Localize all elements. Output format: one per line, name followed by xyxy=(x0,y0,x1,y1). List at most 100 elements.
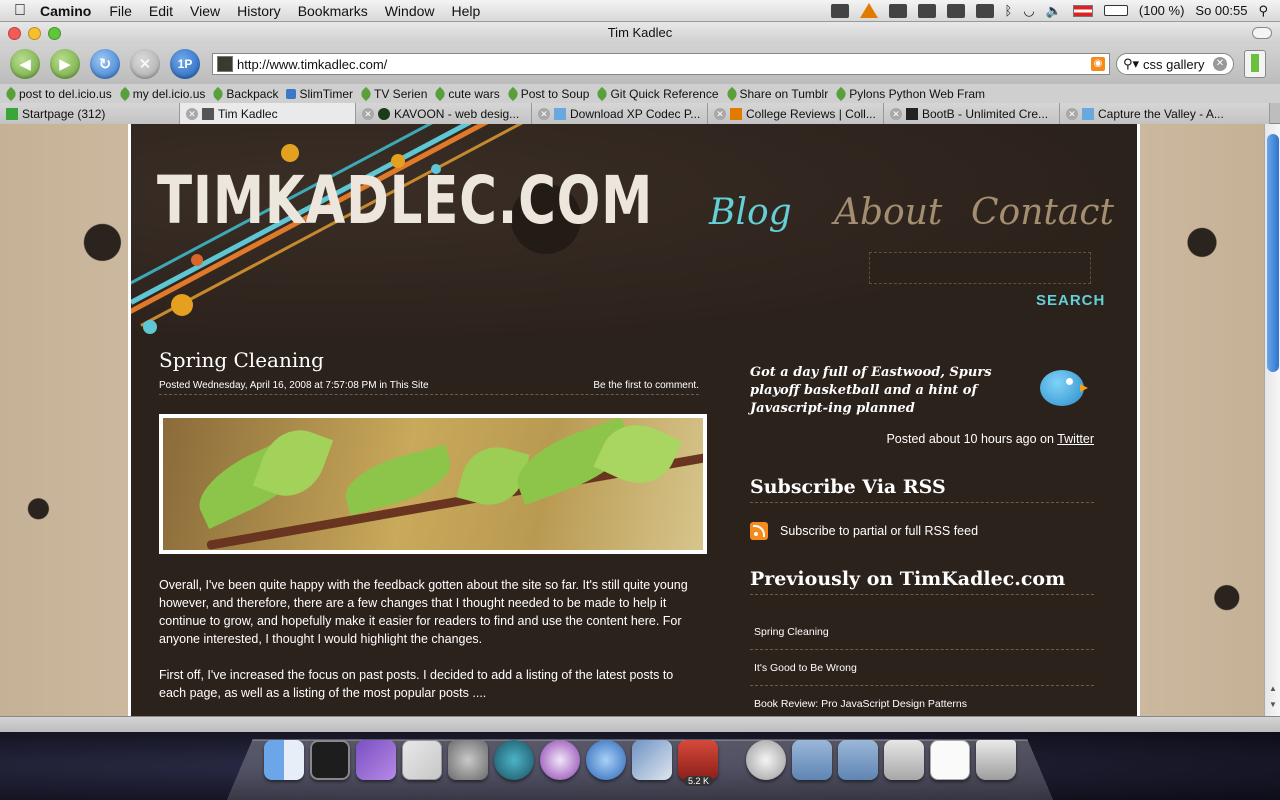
tab-bootb[interactable]: ✕ BootB - Unlimited Cre... xyxy=(884,103,1060,124)
menu-window[interactable]: Window xyxy=(385,3,435,19)
scroll-down-arrow-icon[interactable]: ▼ xyxy=(1268,700,1278,710)
memory-icon[interactable] xyxy=(975,3,994,18)
site-logo[interactable]: TIMKADLEC.COM xyxy=(157,162,653,239)
bookmark-cute-wars[interactable]: cute wars xyxy=(433,86,500,101)
system-prefs-icon[interactable] xyxy=(448,740,488,780)
menu-view[interactable]: View xyxy=(190,3,220,19)
tab-kavoon[interactable]: ✕ KAVOON - web desig... xyxy=(356,103,532,124)
bookmark-share-on-tumblr[interactable]: Share on Tumblr xyxy=(724,86,828,101)
url-input[interactable]: http://www.timkadlec.com/ xyxy=(237,57,1091,72)
search-input[interactable]: css gallery xyxy=(1143,57,1204,72)
twitter-link[interactable]: Twitter xyxy=(1057,432,1094,446)
site-search-button[interactable]: SEARCH xyxy=(1036,292,1105,309)
bookmark-pylons[interactable]: Pylons Python Web Fram xyxy=(834,86,985,101)
camino-icon[interactable] xyxy=(586,740,626,780)
close-tab-icon[interactable]: ✕ xyxy=(1066,107,1078,120)
tab-college-reviews[interactable]: ✕ College Reviews | Coll... xyxy=(708,103,884,124)
post-title[interactable]: Spring Cleaning xyxy=(159,348,324,372)
bookmarks-button[interactable] xyxy=(1244,50,1266,78)
search-field[interactable]: ⚲▾ css gallery ✕ xyxy=(1116,53,1234,75)
bookmark-slimtimer[interactable]: SlimTimer xyxy=(286,87,353,101)
rss-icon[interactable] xyxy=(750,522,768,540)
folder-icon[interactable] xyxy=(792,740,832,780)
paw-icon[interactable] xyxy=(888,3,907,18)
bookmark-my-delicious[interactable]: my del.icio.us xyxy=(117,86,205,101)
close-window-button[interactable] xyxy=(8,27,21,40)
reload-button[interactable]: ↻ xyxy=(90,49,120,79)
tab-tim-kadlec[interactable]: ✕ Tim Kadlec xyxy=(180,103,356,124)
drive-icon[interactable] xyxy=(884,740,924,780)
display-icon[interactable] xyxy=(946,3,965,18)
search-icon[interactable]: ⚲▾ xyxy=(1123,56,1139,72)
rss-subscribe-link[interactable]: Subscribe to partial or full RSS feed xyxy=(780,524,978,538)
bluetooth-icon[interactable]: ᛒ xyxy=(1005,3,1013,18)
scroll-up-arrow-icon[interactable]: ▲ xyxy=(1268,684,1278,694)
previous-post-link[interactable]: Spring Cleaning xyxy=(750,614,1094,650)
bootb-icon xyxy=(906,107,918,120)
movies-folder-icon[interactable] xyxy=(838,740,878,780)
css-edit-icon[interactable] xyxy=(402,740,442,780)
previous-post-link[interactable]: It's Good to Be Wrong xyxy=(750,650,1094,686)
toolbar-toggle-button[interactable] xyxy=(1252,27,1272,39)
tab-label: Startpage (312) xyxy=(22,106,106,121)
1password-button[interactable]: 1P xyxy=(170,49,200,79)
time-machine-icon[interactable] xyxy=(494,740,534,780)
menu-bookmarks[interactable]: Bookmarks xyxy=(298,3,368,19)
nav-about[interactable]: About xyxy=(834,192,942,233)
back-button[interactable]: ◀ xyxy=(10,49,40,79)
terminal-icon[interactable] xyxy=(310,740,350,780)
tab-startpage[interactable]: Startpage (312) xyxy=(0,103,180,124)
zoom-window-button[interactable] xyxy=(48,27,61,40)
rss-subscribe-row[interactable]: Subscribe to partial or full RSS feed xyxy=(750,522,978,540)
rss-feed-icon[interactable]: ◉ xyxy=(1091,57,1105,71)
menu-help[interactable]: Help xyxy=(452,3,481,19)
nav-blog[interactable]: Blog xyxy=(709,192,792,233)
volume-icon[interactable]: 🔈 xyxy=(1046,3,1062,19)
tab-download-xp-codec[interactable]: ✕ Download XP Codec P... xyxy=(532,103,708,124)
adium-icon[interactable] xyxy=(540,740,580,780)
transmission-icon[interactable]: 5.2 K xyxy=(678,740,718,786)
bookmark-post-to-soup[interactable]: Post to Soup xyxy=(505,86,589,101)
minimize-window-button[interactable] xyxy=(28,27,41,40)
spotlight-icon[interactable]: ⚲ xyxy=(1258,3,1268,19)
tab-capture-the-valley[interactable]: ✕ Capture the Valley - A... xyxy=(1060,103,1270,124)
scrollbar-thumb[interactable] xyxy=(1267,134,1279,372)
clock[interactable]: So 00:55 xyxy=(1195,3,1247,18)
menu-file[interactable]: File xyxy=(109,3,132,19)
wifi-icon[interactable]: ◡ xyxy=(1023,3,1034,19)
iphoto-icon[interactable] xyxy=(632,740,672,780)
vertical-scrollbar[interactable]: ▲ ▼ xyxy=(1264,124,1280,716)
close-tab-icon[interactable]: ✕ xyxy=(890,107,902,120)
nav-contact[interactable]: Contact xyxy=(971,192,1114,233)
trash-icon[interactable] xyxy=(976,740,1016,780)
bookmark-git-quick-reference[interactable]: Git Quick Reference xyxy=(595,86,719,101)
battery-icon[interactable] xyxy=(1103,5,1128,16)
previous-post-link[interactable]: Book Review: Pro JavaScript Design Patte… xyxy=(750,686,1094,716)
site-search-input[interactable] xyxy=(869,252,1091,284)
bookmark-backpack[interactable]: Backpack xyxy=(211,86,278,101)
bookmark-tv-serien[interactable]: TV Serien xyxy=(358,86,427,101)
address-bar[interactable]: http://www.timkadlec.com/ ◉ xyxy=(212,53,1110,75)
bookmark-post-to-delicious[interactable]: post to del.icio.us xyxy=(3,86,112,101)
close-tab-icon[interactable]: ✕ xyxy=(362,107,374,120)
menu-edit[interactable]: Edit xyxy=(149,3,173,19)
menu-history[interactable]: History xyxy=(237,3,281,19)
close-tab-icon[interactable]: ✕ xyxy=(186,107,198,120)
calendar-icon[interactable] xyxy=(830,3,849,18)
forward-button[interactable]: ▶ xyxy=(50,49,80,79)
app-icon[interactable] xyxy=(356,740,396,780)
flag-icon[interactable] xyxy=(1072,4,1093,17)
finder-icon[interactable] xyxy=(264,740,304,780)
pin-icon[interactable] xyxy=(917,3,936,18)
document-icon[interactable] xyxy=(930,740,970,780)
warning-icon[interactable] xyxy=(859,3,878,18)
mail-icon[interactable] xyxy=(746,740,786,780)
stop-button[interactable]: ✕ xyxy=(130,49,160,79)
bookmark-leaf-icon xyxy=(117,86,132,101)
clear-search-icon[interactable]: ✕ xyxy=(1213,57,1227,71)
apple-menu-icon[interactable]:  xyxy=(0,2,40,20)
post-comments-link[interactable]: Be the first to comment. xyxy=(593,380,699,391)
close-tab-icon[interactable]: ✕ xyxy=(538,107,550,120)
close-tab-icon[interactable]: ✕ xyxy=(714,107,726,120)
menu-app-name[interactable]: Camino xyxy=(40,3,91,19)
